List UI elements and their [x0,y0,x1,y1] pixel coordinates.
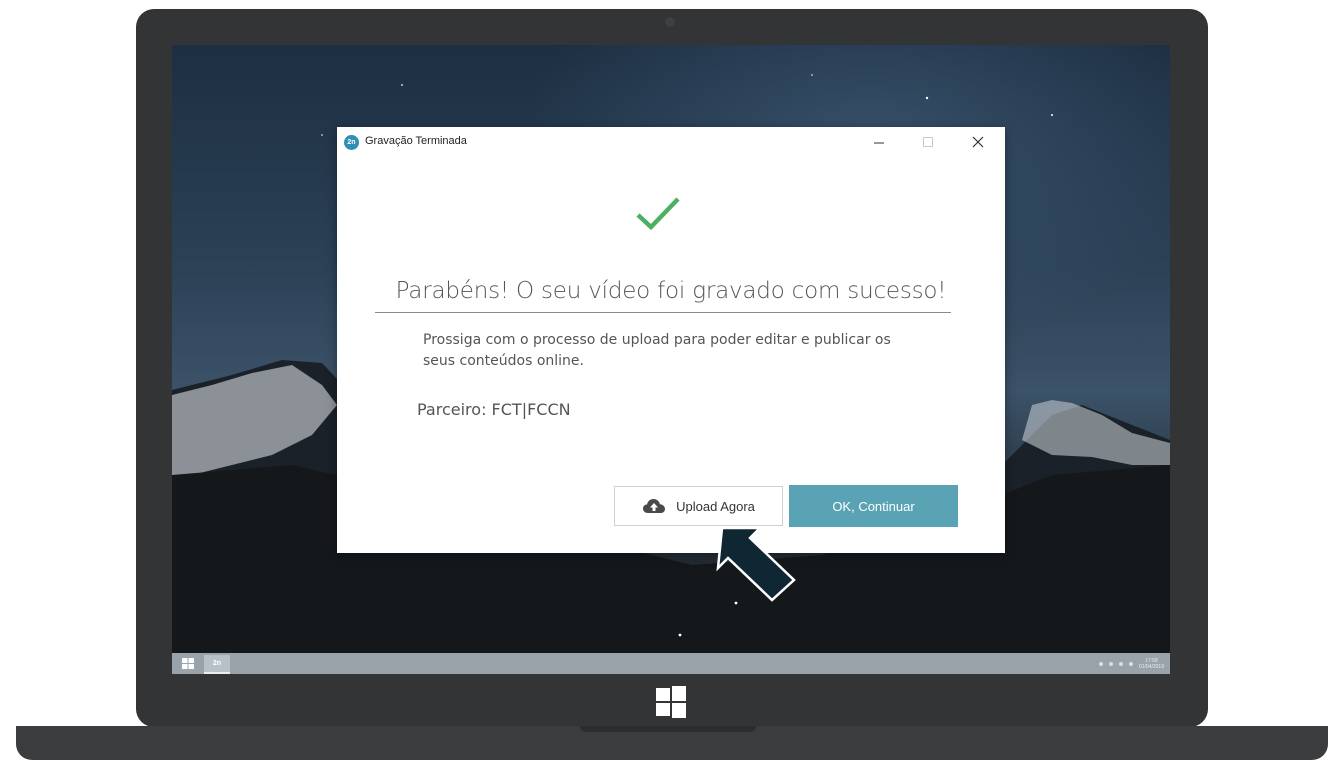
check-icon [636,197,680,231]
close-icon [972,136,984,148]
instructions-line-1: Prossiga com o processo de upload para p… [423,332,891,348]
app-logo-icon: 2n [212,660,222,667]
volume-icon[interactable] [1118,661,1123,666]
upload-now-button[interactable]: Upload Agora [614,486,783,526]
minimize-button[interactable] [864,131,894,153]
network-icon[interactable] [1108,661,1113,666]
windows-logo-icon [656,686,686,718]
clock-date: 01/04/2019 [1138,663,1164,670]
pointer-arrow-icon [716,526,796,602]
ok-button-label: OK, Continuar [832,498,915,514]
start-button[interactable] [176,656,200,671]
laptop-notch [580,726,756,732]
close-button[interactable] [963,131,993,153]
tray-chevron-icon[interactable] [1098,661,1103,666]
recording-finished-dialog: 2n Gravação Terminada Parabéns! O seu ví… [337,127,1005,553]
dialog-title: Gravação Terminada [365,135,467,147]
tray-clock[interactable]: 17:58 01/04/2019 [1139,658,1164,670]
maximize-icon [923,137,933,147]
instructions-text: Prossiga com o processo de upload para p… [423,330,943,372]
cloud-upload-icon [643,499,666,513]
upload-button-label: Upload Agora [676,498,755,514]
app-logo-icon: 2n [344,135,359,150]
headline-divider [375,312,951,313]
taskbar-app-button[interactable]: 2n [204,655,230,674]
system-tray: 17:58 01/04/2019 [1098,655,1164,672]
instructions-line-2: seus conteúdos online. [423,353,584,369]
webcam [665,17,675,27]
maximize-button[interactable] [913,131,943,153]
taskbar: 2n 17:58 01/04/2019 [172,653,1170,674]
dialog-titlebar[interactable]: 2n Gravação Terminada [337,127,1005,157]
minimize-icon [874,142,884,144]
windows-start-icon [182,658,194,669]
ok-continue-button[interactable]: OK, Continuar [789,485,958,527]
success-headline: Parabéns! O seu vídeo foi gravado com su… [395,278,947,304]
partner-label: Parceiro: FCT|FCCN [417,400,571,419]
battery-icon[interactable] [1128,661,1133,666]
